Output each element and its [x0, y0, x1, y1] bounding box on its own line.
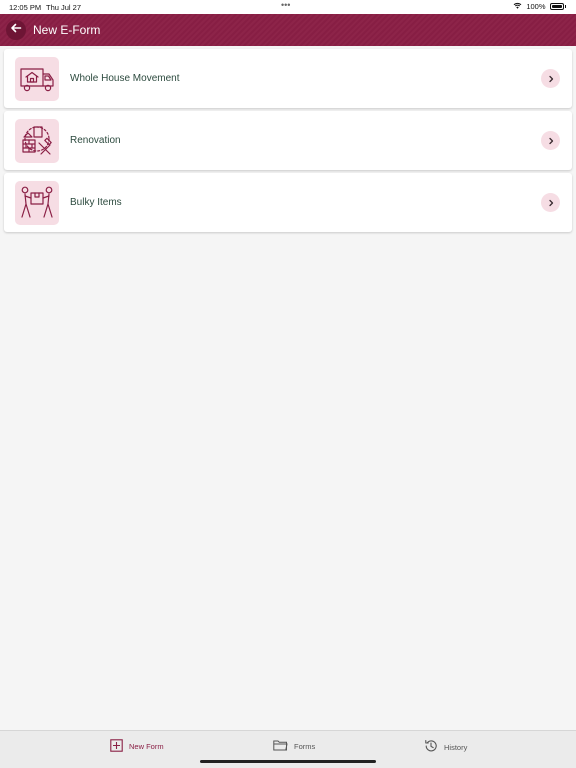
people-carrying-box-icon: [15, 181, 59, 225]
tab-history[interactable]: History: [424, 739, 467, 755]
history-icon: [424, 739, 438, 755]
chevron-right-button[interactable]: [541, 69, 560, 88]
battery-icon: [549, 3, 564, 10]
moving-truck-house-icon: [15, 57, 59, 101]
status-time: 12:05 PM: [9, 3, 42, 12]
chevron-right-icon: [547, 70, 555, 88]
tab-label: Forms: [294, 741, 316, 751]
chevron-right-icon: [547, 132, 555, 150]
list-item-bulky-items[interactable]: Bulky Items: [4, 173, 572, 232]
chevron-right-icon: [547, 194, 555, 212]
list-item-label: Bulky Items: [70, 197, 122, 208]
tab-label: History: [444, 742, 468, 752]
multitasking-dots[interactable]: •••: [281, 0, 290, 10]
tab-forms[interactable]: Forms: [273, 739, 315, 753]
plus-square-icon: [110, 739, 123, 754]
list-item-renovation[interactable]: Renovation: [4, 111, 572, 170]
back-button[interactable]: [6, 20, 26, 40]
list-item-whole-house-movement[interactable]: Whole House Movement: [4, 49, 572, 108]
renovation-tools-icon: [15, 119, 59, 163]
arrow-left-icon: [10, 21, 22, 39]
folder-icon: [273, 739, 288, 753]
list-item-label: Whole House Movement: [70, 73, 180, 84]
home-indicator[interactable]: [200, 760, 376, 763]
list-item-label: Renovation: [70, 135, 121, 146]
chevron-right-button[interactable]: [541, 131, 560, 150]
tab-new-form[interactable]: New Form: [110, 739, 164, 754]
app-header: New E-Form: [0, 14, 576, 46]
status-date: Thu Jul 27: [46, 3, 82, 12]
status-indicators: 100%: [513, 2, 566, 11]
battery-percent: 100%: [526, 2, 546, 11]
tab-label: New Form: [129, 742, 164, 751]
chevron-right-button[interactable]: [541, 193, 560, 212]
status-bar: 12:05 PM Thu Jul 27 ••• 100%: [0, 0, 576, 14]
page-title: New E-Form: [33, 23, 101, 37]
battery-tip: [564, 5, 566, 8]
wifi-icon: [513, 2, 522, 11]
